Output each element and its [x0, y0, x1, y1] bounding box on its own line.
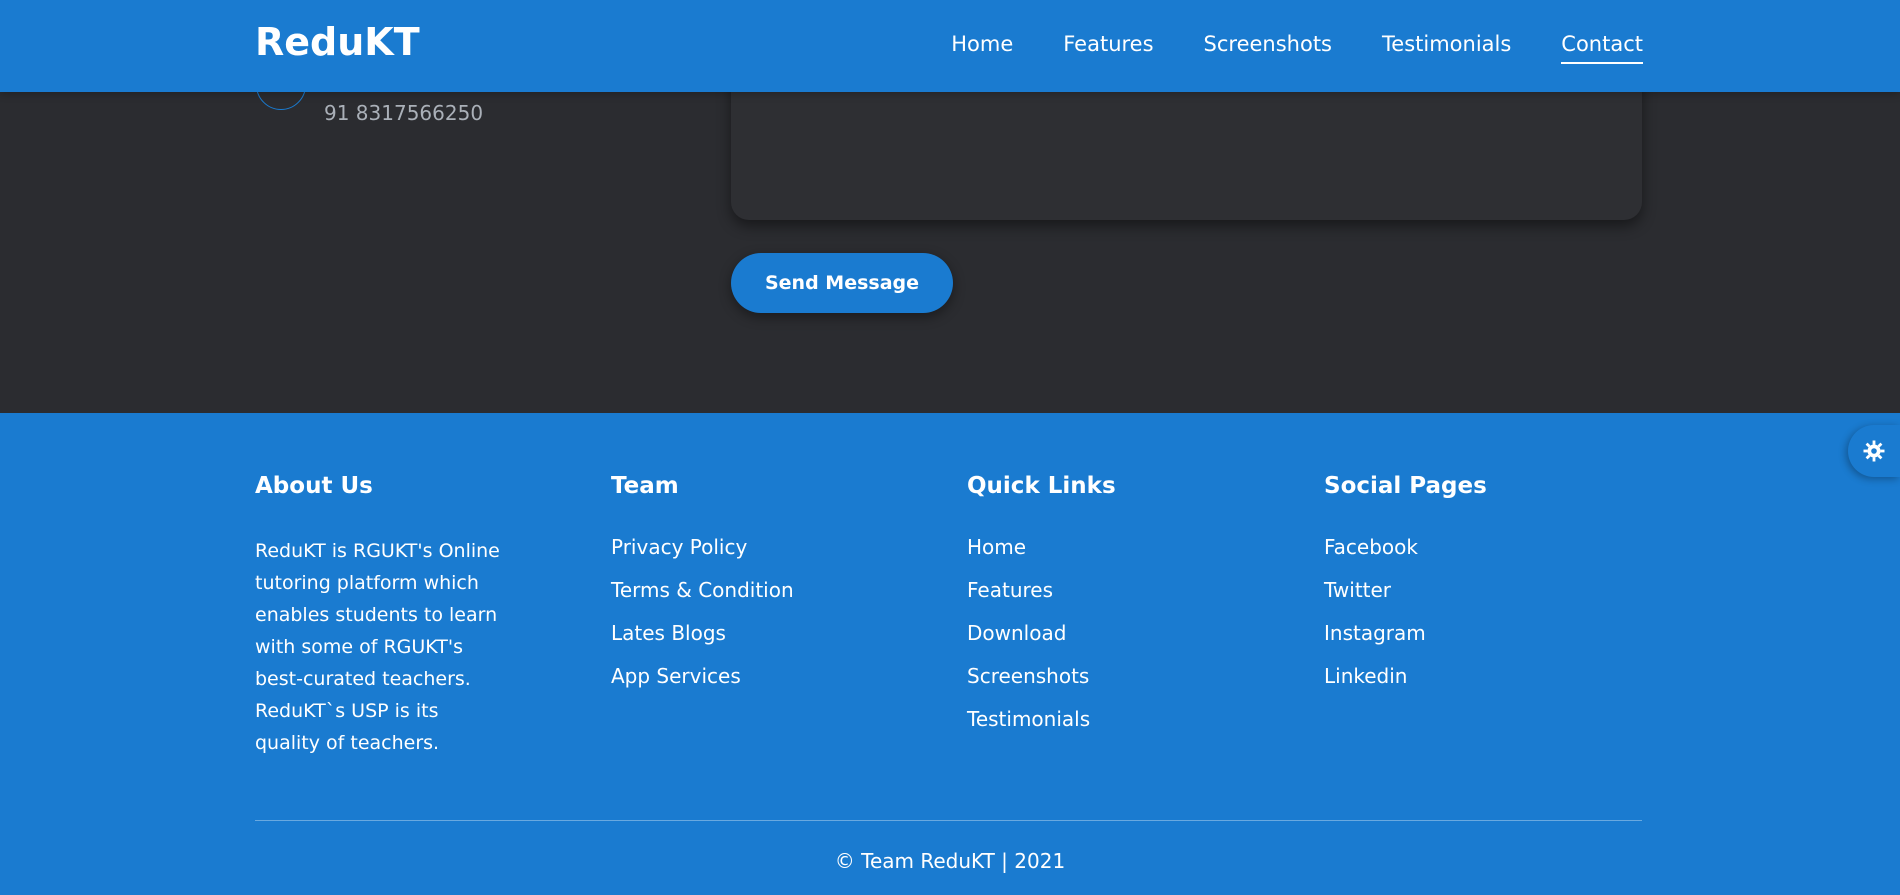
privacy-policy-link[interactable]: Privacy Policy	[611, 535, 747, 559]
page: 91 8317566250 Send Message ReduKT Home F…	[0, 0, 1900, 895]
list-item: Linkedin	[1324, 664, 1487, 707]
theme-toggle-button[interactable]	[1848, 425, 1900, 477]
list-item: Screenshots	[967, 664, 1116, 707]
team-links: Privacy Policy Terms & Condition Lates B…	[611, 535, 794, 707]
gear-icon	[1863, 440, 1885, 462]
nav-testimonials[interactable]: Testimonials	[1382, 32, 1511, 64]
team-heading: Team	[611, 473, 679, 499]
list-item: Lates Blogs	[611, 621, 794, 664]
footer-team: Team Privacy Policy Terms & Condition La…	[611, 473, 794, 707]
footer-about: About Us ReduKT is RGUKT's Online tutori…	[255, 473, 505, 759]
about-text: ReduKT is RGUKT's Online tutoring platfo…	[255, 540, 500, 754]
list-item: Privacy Policy	[611, 535, 794, 578]
footer: About Us ReduKT is RGUKT's Online tutori…	[0, 413, 1900, 895]
list-item: Download	[967, 621, 1116, 664]
nav-screenshots[interactable]: Screenshots	[1204, 32, 1332, 64]
instagram-link[interactable]: Instagram	[1324, 621, 1426, 645]
navbar: ReduKT Home Features Screenshots Testimo…	[0, 0, 1900, 92]
blogs-link[interactable]: Lates Blogs	[611, 621, 726, 645]
footer-social: Social Pages Facebook Twitter Instagram …	[1324, 473, 1487, 707]
footer-home-link[interactable]: Home	[967, 535, 1026, 559]
quick-links-heading: Quick Links	[967, 473, 1116, 499]
footer-testimonials-link[interactable]: Testimonials	[967, 707, 1090, 731]
list-item: Facebook	[1324, 535, 1487, 578]
nav-contact[interactable]: Contact	[1561, 32, 1643, 64]
terms-link[interactable]: Terms & Condition	[611, 578, 794, 602]
nav-home[interactable]: Home	[951, 32, 1013, 64]
footer-divider	[255, 820, 1642, 821]
list-item: Home	[967, 535, 1116, 578]
list-item: App Services	[611, 664, 794, 707]
about-heading: About Us	[255, 473, 373, 499]
footer-screenshots-link[interactable]: Screenshots	[967, 664, 1089, 688]
social-heading: Social Pages	[1324, 473, 1487, 499]
twitter-link[interactable]: Twitter	[1324, 578, 1391, 602]
list-item: Features	[967, 578, 1116, 621]
nav-links: Home Features Screenshots Testimonials C…	[951, 32, 1643, 64]
linkedin-link[interactable]: Linkedin	[1324, 664, 1407, 688]
facebook-link[interactable]: Facebook	[1324, 535, 1418, 559]
brand-logo[interactable]: ReduKT	[255, 20, 420, 64]
list-item: Twitter	[1324, 578, 1487, 621]
footer-download-link[interactable]: Download	[967, 621, 1066, 645]
social-links: Facebook Twitter Instagram Linkedin	[1324, 535, 1487, 707]
footer-quick-links: Quick Links Home Features Download Scree…	[967, 473, 1116, 750]
list-item: Instagram	[1324, 621, 1487, 664]
list-item: Terms & Condition	[611, 578, 794, 621]
copyright: © Team ReduKT | 2021	[834, 849, 1066, 873]
quick-links: Home Features Download Screenshots Testi…	[967, 535, 1116, 750]
app-services-link[interactable]: App Services	[611, 664, 741, 688]
send-message-button[interactable]: Send Message	[731, 253, 953, 313]
phone-number: 91 8317566250	[324, 101, 484, 125]
nav-features[interactable]: Features	[1063, 32, 1153, 64]
list-item: Testimonials	[967, 707, 1116, 750]
footer-features-link[interactable]: Features	[967, 578, 1053, 602]
